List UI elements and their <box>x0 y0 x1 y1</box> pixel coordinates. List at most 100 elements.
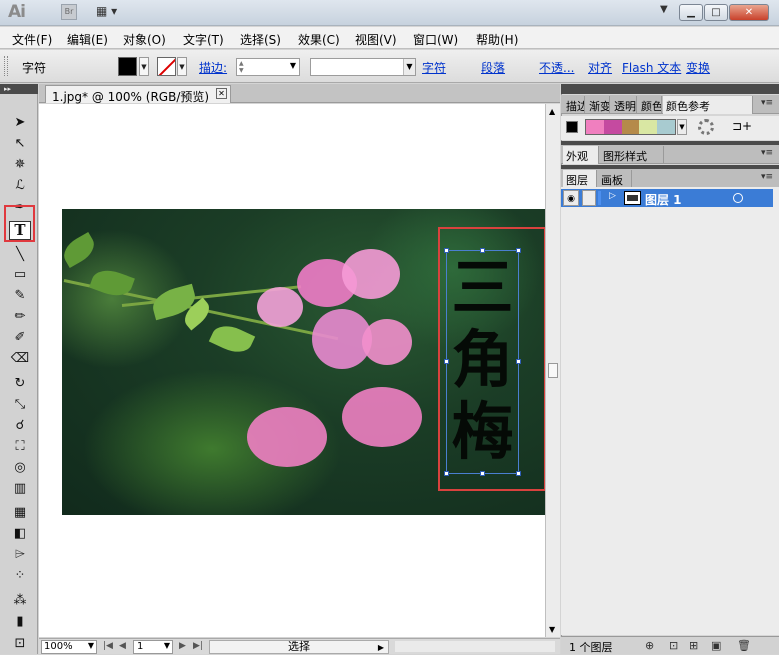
vertical-text[interactable]: 三角梅 <box>448 252 517 472</box>
direct-selection-tool-icon[interactable]: ↖ <box>9 134 31 153</box>
blend-tool-icon[interactable]: ⁘ <box>9 566 31 585</box>
eye-icon[interactable]: ◉ <box>563 190 579 206</box>
current-color-swatch[interactable] <box>566 121 578 133</box>
anchor-handle[interactable] <box>444 248 449 253</box>
scroll-down-icon[interactable]: ▼ <box>549 625 555 634</box>
eyedropper-tool-icon[interactable]: ⌲ <box>9 545 31 564</box>
tab-graphic-styles[interactable]: 图形样式 <box>600 146 664 164</box>
pencil-tool-icon[interactable]: ✏ <box>9 307 31 326</box>
blob-brush-tool-icon[interactable]: ✐ <box>9 328 31 347</box>
harmony-swatch[interactable] <box>621 120 640 134</box>
close-icon[interactable]: ✕ <box>216 88 227 99</box>
warp-tool-icon[interactable]: ☌ <box>9 416 31 435</box>
document-tab[interactable]: 1.jpg* @ 100% (RGB/预览) ✕ <box>45 85 231 104</box>
anchor-handle[interactable] <box>444 471 449 476</box>
chevron-down-icon[interactable]: ▼ <box>164 641 170 650</box>
stroke-style-field[interactable]: ▼ <box>310 58 416 76</box>
page-field[interactable]: 1 ▼ <box>133 640 173 654</box>
save-color-group-icon[interactable]: ⊐+ <box>732 119 752 133</box>
prev-page-icon[interactable]: ◀ <box>119 641 126 651</box>
harmony-swatch[interactable] <box>657 120 675 134</box>
workspace-dropdown-icon[interactable]: ▼ <box>660 4 668 15</box>
selection-tool-icon[interactable]: ➤ <box>9 113 31 132</box>
opacity-link[interactable]: 不透... <box>539 59 574 76</box>
tools-panel-header[interactable]: ▸▸ <box>0 84 38 94</box>
lasso-tool-icon[interactable]: ℒ <box>9 176 31 195</box>
expand-arrow-icon[interactable]: ▷ <box>609 191 616 201</box>
chevron-down-icon[interactable]: ▼ <box>88 641 94 650</box>
layer-name[interactable]: 图层 1 <box>645 191 682 208</box>
trash-icon[interactable]: 🗑 <box>737 639 751 652</box>
harmony-dropdown[interactable]: ▼ <box>677 119 687 135</box>
tab-artboards[interactable]: 画板 <box>598 170 632 188</box>
make-clipping-mask-icon[interactable]: ⊡ <box>669 639 678 652</box>
stroke-weight-spinner[interactable]: ▲ ▼ <box>239 60 249 74</box>
panel-dock-header[interactable] <box>561 84 779 94</box>
menu-edit[interactable]: 编辑(E) <box>67 31 108 48</box>
harmony-swatch[interactable] <box>639 120 658 134</box>
target-icon[interactable] <box>733 193 743 203</box>
paragraph-panel-link[interactable]: 段落 <box>481 59 505 76</box>
vertical-scrollbar[interactable]: ▲ ▼ <box>545 104 560 637</box>
harmony-swatch[interactable] <box>586 120 604 134</box>
stroke-weight-field[interactable]: ▲ ▼ ▼ <box>236 58 300 76</box>
shape-builder-tool-icon[interactable]: ◎ <box>9 458 31 477</box>
chevron-down-icon[interactable]: ▼ <box>290 61 296 70</box>
chevron-down-icon[interactable]: ▼ <box>403 59 415 75</box>
mesh-tool-icon[interactable]: ▦ <box>9 503 31 522</box>
fill-color-swatch[interactable] <box>118 57 137 76</box>
locate-object-icon[interactable]: ⊕ <box>645 639 654 652</box>
stroke-color-swatch[interactable] <box>157 57 176 76</box>
layer-row[interactable]: ◉ ▷ 图层 1 <box>561 189 773 207</box>
menu-window[interactable]: 窗口(W) <box>413 31 458 48</box>
fill-dropdown[interactable]: ▼ <box>139 57 149 76</box>
scroll-thumb[interactable] <box>548 363 558 378</box>
graph-tool-icon[interactable]: ▥ <box>9 479 31 498</box>
tab-appearance[interactable]: 外观 <box>563 146 599 164</box>
scroll-up-icon[interactable]: ▲ <box>549 107 555 116</box>
tab-color-guide[interactable]: 颜色参考 <box>663 96 753 114</box>
free-transform-tool-icon[interactable]: ⛶ <box>9 437 31 456</box>
bridge-button[interactable]: Br <box>61 4 77 20</box>
tab-layers[interactable]: 图层 <box>563 170 597 188</box>
status-label[interactable]: 选择 ▶ <box>209 640 389 654</box>
eraser-tool-icon[interactable]: ⌫ <box>9 349 31 368</box>
anchor-handle[interactable] <box>444 359 449 364</box>
last-page-icon[interactable]: ▶| <box>193 641 203 651</box>
minimize-button[interactable]: ▁ <box>679 4 703 21</box>
anchor-handle[interactable] <box>516 471 521 476</box>
scale-tool-icon[interactable]: ⤡ <box>9 395 31 414</box>
panel-menu-icon[interactable]: ▾≡ <box>761 98 773 108</box>
status-menu-icon[interactable]: ▶ <box>378 642 384 654</box>
panel-menu-icon[interactable]: ▾≡ <box>761 172 773 182</box>
menu-type[interactable]: 文字(T) <box>183 31 224 48</box>
tab-stroke[interactable]: 描边 <box>563 96 585 114</box>
new-sublayer-icon[interactable]: ⊞ <box>689 639 698 652</box>
gradient-tool-icon[interactable]: ◧ <box>9 524 31 543</box>
close-button[interactable]: ✕ <box>729 4 769 21</box>
rotate-tool-icon[interactable]: ↻ <box>9 374 31 393</box>
harmony-swatch[interactable] <box>603 120 622 134</box>
next-page-icon[interactable]: ▶ <box>179 641 186 651</box>
horizontal-scrollbar[interactable] <box>395 641 555 652</box>
line-tool-icon[interactable]: ╲ <box>9 245 31 264</box>
anchor-handle[interactable] <box>480 471 485 476</box>
menu-help[interactable]: 帮助(H) <box>476 31 518 48</box>
anchor-handle[interactable] <box>480 248 485 253</box>
lock-toggle[interactable] <box>582 190 596 206</box>
menu-view[interactable]: 视图(V) <box>355 31 397 48</box>
menu-select[interactable]: 选择(S) <box>240 31 281 48</box>
menu-file[interactable]: 文件(F) <box>12 31 52 48</box>
align-link[interactable]: 对齐 <box>588 59 612 76</box>
tab-transparency[interactable]: 透明 <box>611 96 637 114</box>
symbol-sprayer-tool-icon[interactable]: ⁂ <box>9 591 31 610</box>
stroke-label-link[interactable]: 描边: <box>199 59 227 76</box>
magic-wand-tool-icon[interactable]: ✵ <box>9 155 31 174</box>
paintbrush-tool-icon[interactable]: ✎ <box>9 286 31 305</box>
character-panel-link[interactable]: 字符 <box>422 59 446 76</box>
harmony-color-strip[interactable] <box>585 119 676 135</box>
maximize-button[interactable]: □ <box>704 4 728 21</box>
stroke-dropdown[interactable]: ▼ <box>177 57 187 76</box>
artboard-tool-icon[interactable]: ⊡ <box>9 634 31 653</box>
zoom-field[interactable]: 100% ▼ <box>41 640 97 654</box>
